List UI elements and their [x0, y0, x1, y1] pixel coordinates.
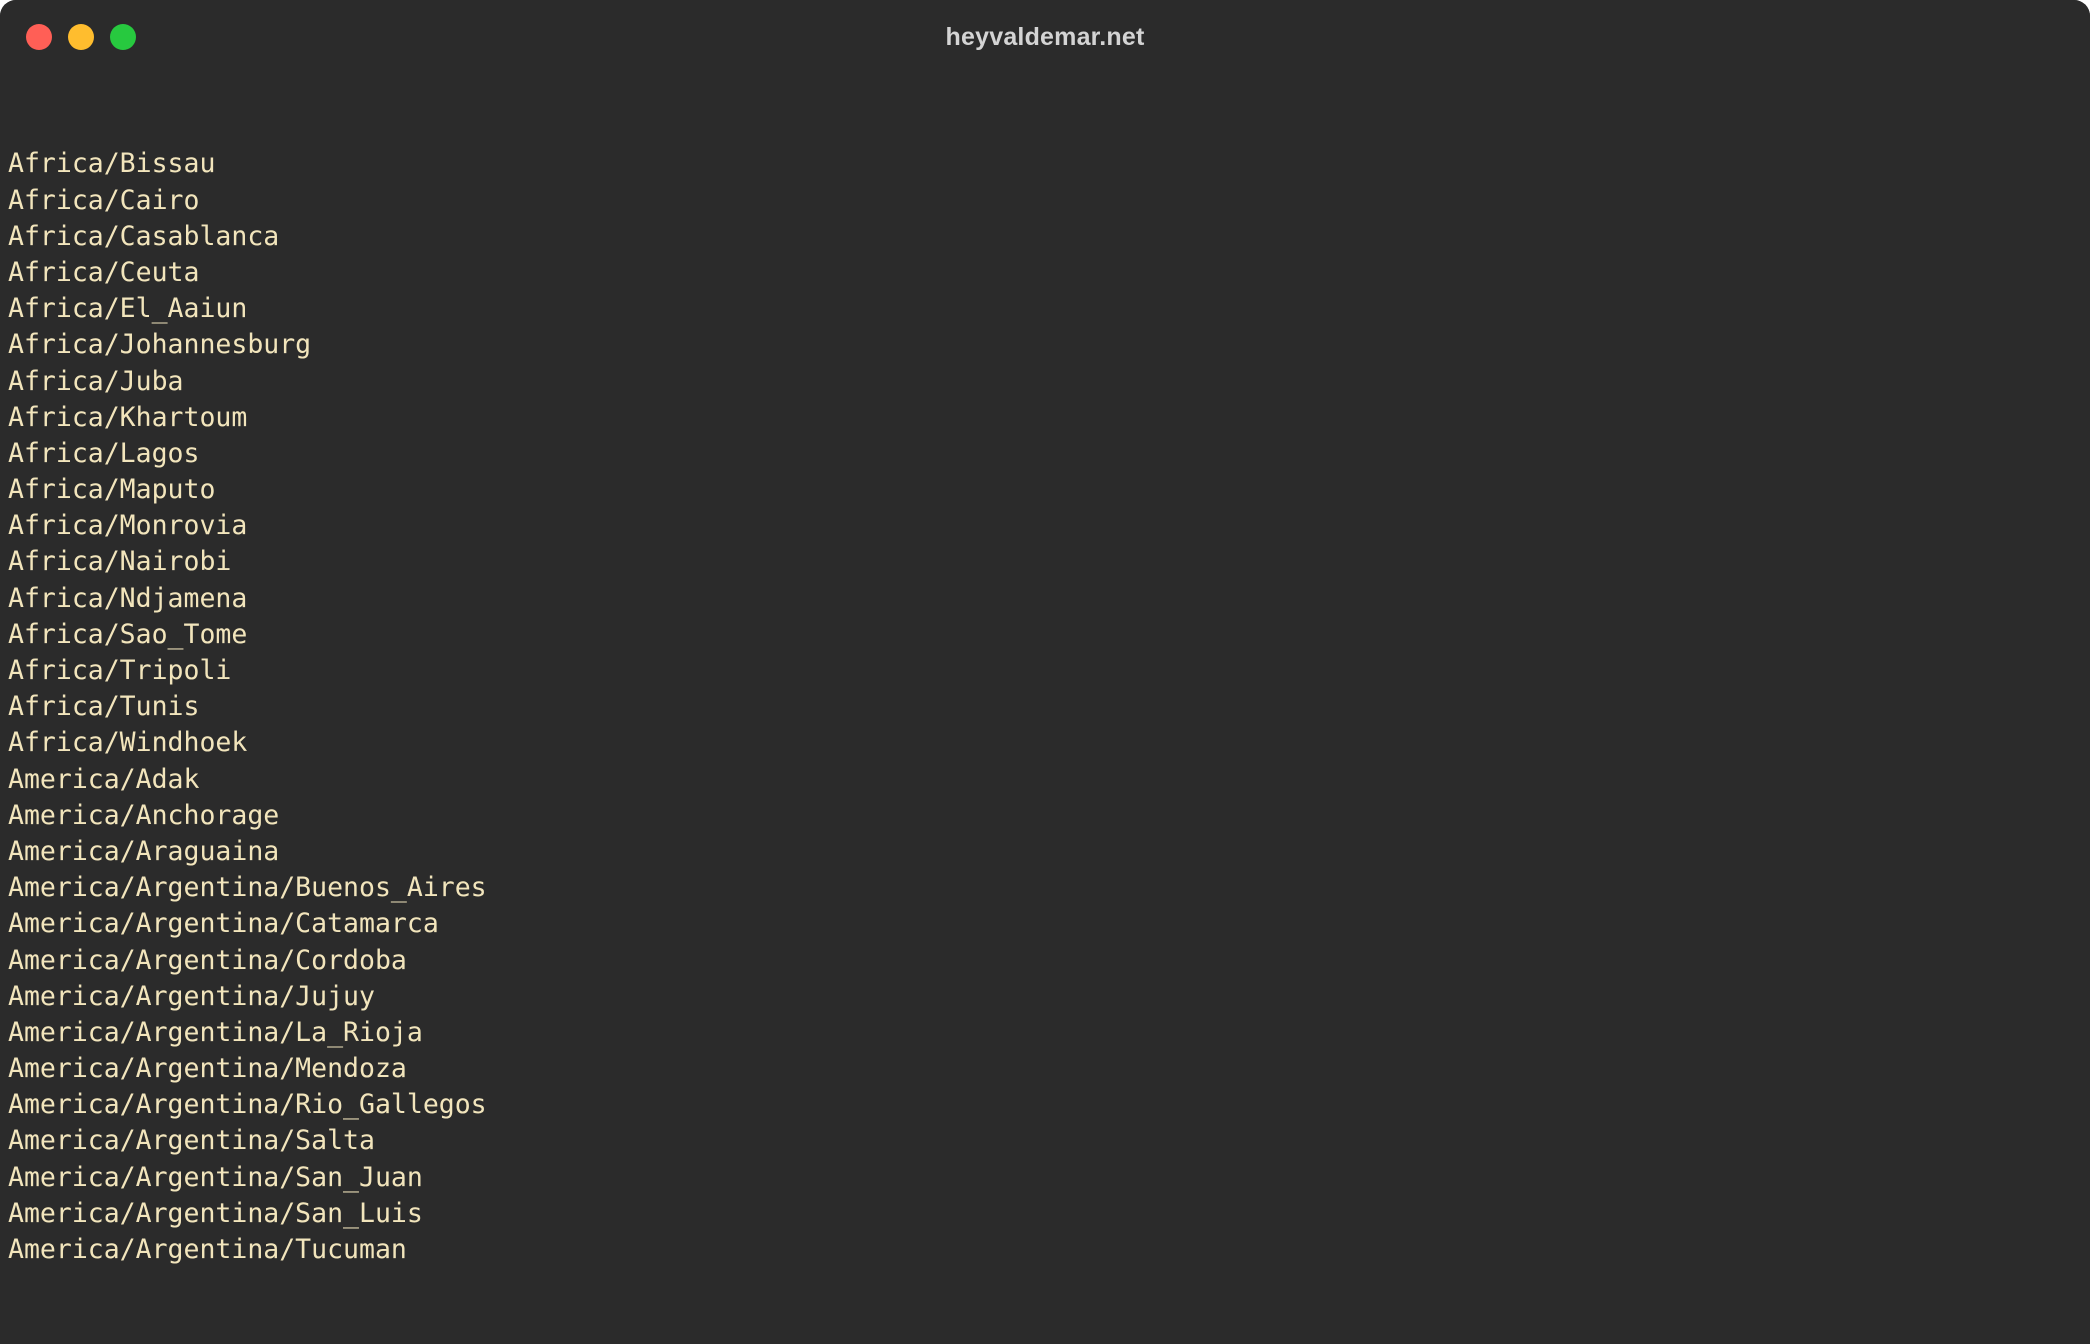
timezone-line: Africa/Johannesburg [8, 329, 312, 361]
timezone-line: America/Adak [8, 763, 200, 795]
prompt-line: ubuntu@puppet:~$ sudo timedatectl set-ti… [8, 1341, 2090, 1344]
timezone-line: Africa/Nairobi [8, 546, 232, 578]
timezone-line: America/Anchorage [8, 799, 280, 831]
timezone-line: Africa/Tunis [8, 691, 200, 723]
timezone-line: Africa/Ndjamena [8, 582, 248, 614]
terminal-window: heyvaldemar.net Africa/Bissau Africa/Cair… [0, 0, 2090, 1344]
timezone-line: America/Argentina/Cordoba [8, 944, 407, 976]
window-controls [26, 24, 136, 50]
timezone-line: America/Argentina/Rio_Gallegos [8, 1089, 487, 1121]
timezone-line: America/Argentina/Mendoza [8, 1053, 407, 1085]
timezone-line: America/Argentina/San_Juan [8, 1161, 423, 1193]
timezone-line: Africa/Casablanca [8, 220, 280, 252]
timezone-line: America/Argentina/Salta [8, 1125, 375, 1157]
timezone-line: America/Argentina/San_Luis [8, 1197, 423, 1229]
timezone-line: America/Argentina/Buenos_Aires [8, 872, 487, 904]
timezone-line: Africa/Sao_Tome [8, 618, 248, 650]
timezone-line: Africa/Tripoli [8, 655, 232, 687]
timezone-line: Africa/Monrovia [8, 510, 248, 542]
timezone-line: Africa/Khartoum [8, 401, 248, 433]
timezone-line: America/Araguaina [8, 835, 280, 867]
minimize-button[interactable] [68, 24, 94, 50]
timezone-line: Africa/Lagos [8, 437, 200, 469]
timezone-list: Africa/Bissau Africa/Cairo Africa/Casablan… [8, 146, 2090, 1268]
timezone-line: America/Argentina/Jujuy [8, 980, 375, 1012]
timezone-line: America/Argentina/La_Rioja [8, 1016, 423, 1048]
timezone-line: Africa/Bissau [8, 148, 216, 180]
command-history: ubuntu@puppet:~$ sudo timedatectl set-ti… [8, 1341, 2090, 1344]
close-button[interactable] [26, 24, 52, 50]
timezone-line: Africa/Maputo [8, 474, 216, 506]
timezone-line: Africa/El_Aaiun [8, 293, 248, 325]
timezone-line: America/Argentina/Catamarca [8, 908, 439, 940]
timezone-line: Africa/Ceuta [8, 256, 200, 288]
timezone-line: Africa/Windhoek [8, 727, 248, 759]
timezone-line: Africa/Cairo [8, 184, 200, 216]
maximize-button[interactable] [110, 24, 136, 50]
window-title: heyvaldemar.net [945, 22, 1145, 51]
window-titlebar[interactable]: heyvaldemar.net [0, 0, 2090, 74]
timezone-line: America/Argentina/Tucuman [8, 1234, 407, 1266]
timezone-line: Africa/Juba [8, 365, 184, 397]
terminal-output-area[interactable]: Africa/Bissau Africa/Cairo Africa/Casablan… [0, 74, 2090, 1344]
